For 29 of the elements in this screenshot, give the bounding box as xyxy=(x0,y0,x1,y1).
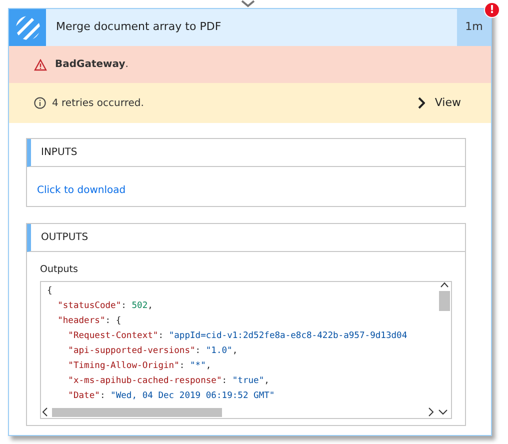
duration-label: 1m xyxy=(457,9,491,46)
action-title: Merge document array to PDF xyxy=(56,19,222,36)
inputs-heading: INPUTS xyxy=(41,147,78,158)
code-line: "Request-Context": "appId=cid-v1:2d52fe8a-e8c8-422b-a957-9d13d04 xyxy=(67,330,408,344)
scroll-left-icon[interactable] xyxy=(41,407,49,418)
error-badge: ! xyxy=(484,2,500,18)
horizontal-scrollbar-thumb[interactable] xyxy=(52,408,222,417)
warning-icon xyxy=(34,58,47,70)
info-icon xyxy=(34,97,46,109)
code-line: { xyxy=(47,285,52,298)
code-line: "Date": "Wed, 04 Dec 2019 06:19:52 GMT" xyxy=(67,390,275,404)
code-line: "api-supported-versions": "1.0", xyxy=(67,345,238,358)
vertical-scrollbar-thumb[interactable] xyxy=(438,291,450,312)
outputs-label: Outputs xyxy=(40,264,78,275)
code-viewer[interactable] xyxy=(40,281,452,420)
outputs-heading: OUTPUTS xyxy=(41,232,88,243)
view-button[interactable]: View xyxy=(418,94,461,112)
retries-message: 4 retries occurred. xyxy=(52,96,144,110)
scroll-right-icon[interactable] xyxy=(427,407,435,418)
code-line: "statusCode": 502, xyxy=(56,300,153,314)
scroll-up-icon[interactable] xyxy=(440,282,448,288)
action-header[interactable]: Merge document array to PDF 1m xyxy=(9,9,491,46)
code-line: "headers": { xyxy=(56,315,122,328)
scroll-down-icon[interactable] xyxy=(438,408,448,416)
error-message: BadGateway. xyxy=(55,58,128,72)
chevron-right-icon xyxy=(418,97,425,109)
code-line: "Timing-Allow-Origin": "*", xyxy=(67,360,212,374)
code-line: "x-ms-apihub-cached-response": "true", xyxy=(67,375,270,388)
download-link[interactable]: Click to download xyxy=(37,185,126,196)
